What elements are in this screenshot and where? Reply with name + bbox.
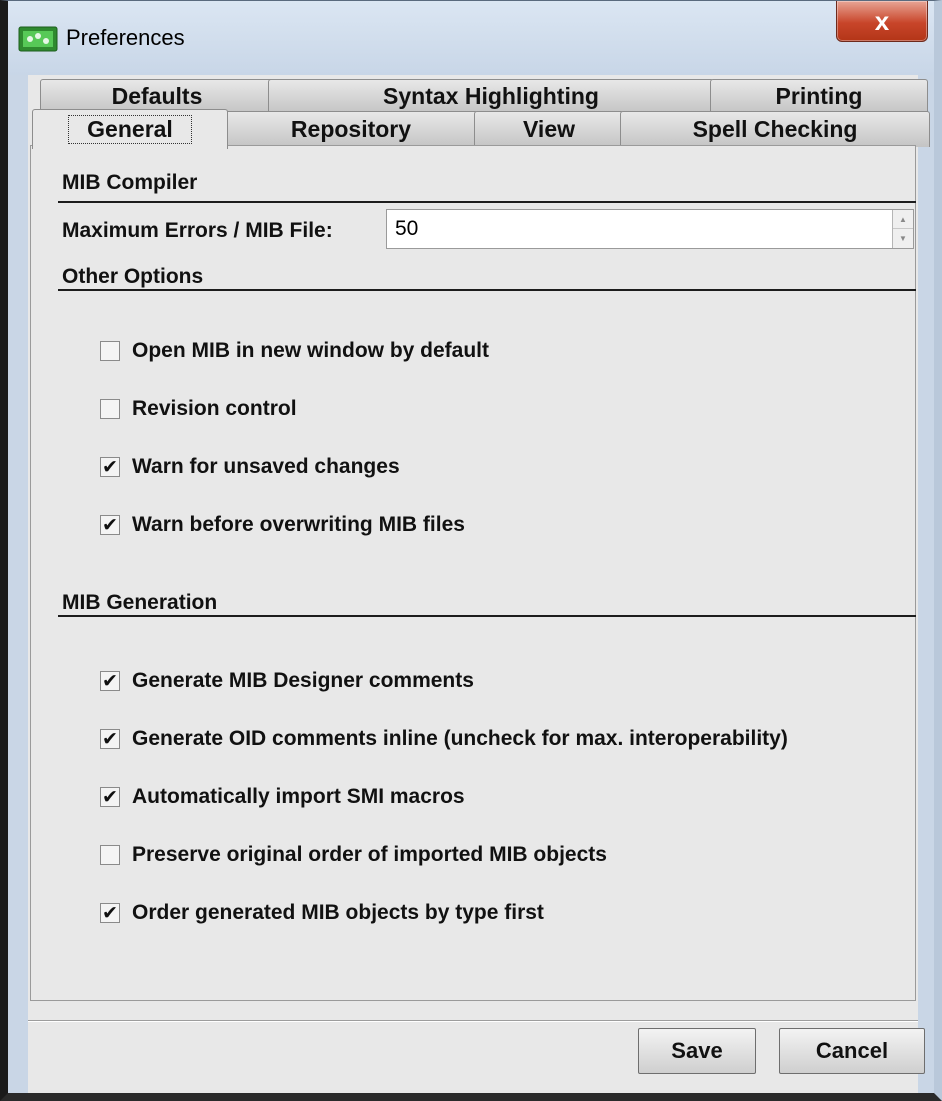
footer-separator-highlight (28, 1021, 918, 1022)
close-button[interactable]: x (836, 1, 928, 42)
max-errors-spinner: ▲ ▼ (386, 209, 914, 249)
max-errors-input[interactable] (387, 210, 891, 248)
tab-syntax-highlighting[interactable]: Syntax Highlighting (268, 79, 714, 113)
spinner-down-arrow-icon[interactable]: ▼ (893, 229, 913, 248)
tab-view[interactable]: View (474, 111, 624, 147)
spinner-up-arrow-icon[interactable]: ▲ (893, 210, 913, 229)
checkbox-revision-control[interactable]: Revision control (100, 397, 297, 421)
checkbox-warn-unsaved[interactable]: ✔ Warn for unsaved changes (100, 455, 400, 479)
title-bar[interactable]: Preferences x (8, 1, 934, 75)
checkbox-box[interactable]: ✔ (100, 787, 120, 807)
section-divider (58, 289, 916, 291)
tab-repository[interactable]: Repository (224, 111, 478, 147)
spinner-arrows: ▲ ▼ (892, 210, 913, 248)
checkbox-label: Automatically import SMI macros (132, 785, 465, 808)
app-icon (18, 26, 58, 52)
checkbox-box[interactable] (100, 341, 120, 361)
dialog-body: Defaults Syntax Highlighting Printing Re… (28, 75, 930, 1093)
checkbox-label: Warn for unsaved changes (132, 455, 400, 478)
checkbox-box[interactable]: ✔ (100, 729, 120, 749)
checkbox-label: Order generated MIB objects by type firs… (132, 901, 544, 924)
cancel-button[interactable]: Cancel (779, 1028, 925, 1074)
close-icon: x (874, 5, 890, 36)
checkbox-designer-comments[interactable]: ✔ Generate MIB Designer comments (100, 669, 474, 693)
section-title-other-options: Other Options (62, 265, 204, 288)
tab-defaults[interactable]: Defaults (40, 79, 274, 113)
checkbox-box[interactable]: ✔ (100, 457, 120, 477)
section-divider (58, 615, 916, 617)
save-button[interactable]: Save (638, 1028, 756, 1074)
checkbox-box[interactable]: ✔ (100, 515, 120, 535)
window-title: Preferences (66, 25, 185, 50)
checkbox-box[interactable] (100, 845, 120, 865)
checkbox-import-smi-macros[interactable]: ✔ Automatically import SMI macros (100, 785, 465, 809)
checkbox-label: Generate OID comments inline (uncheck fo… (132, 727, 788, 750)
checkbox-box[interactable]: ✔ (100, 671, 120, 691)
preferences-window: Preferences x Defaults Syntax Highlighti… (0, 0, 942, 1101)
max-errors-label: Maximum Errors / MIB File: (62, 219, 333, 242)
checkbox-label: Revision control (132, 397, 297, 420)
checkbox-warn-overwrite[interactable]: ✔ Warn before overwriting MIB files (100, 513, 465, 537)
tab-spell-checking[interactable]: Spell Checking (620, 111, 930, 147)
checkbox-label: Warn before overwriting MIB files (132, 513, 465, 536)
tab-general[interactable]: General (32, 109, 228, 149)
tab-printing[interactable]: Printing (710, 79, 928, 113)
checkbox-label: Generate MIB Designer comments (132, 669, 474, 692)
checkbox-open-new-window[interactable]: Open MIB in new window by default (100, 339, 489, 363)
section-title-mib-generation: MIB Generation (62, 591, 218, 614)
checkbox-label: Preserve original order of imported MIB … (132, 843, 607, 866)
section-divider (58, 201, 916, 203)
checkbox-preserve-order[interactable]: Preserve original order of imported MIB … (100, 843, 607, 867)
section-title-mib-compiler: MIB Compiler (62, 171, 198, 194)
checkbox-oid-comments-inline[interactable]: ✔ Generate OID comments inline (uncheck … (100, 727, 788, 751)
checkbox-box[interactable]: ✔ (100, 903, 120, 923)
checkbox-label: Open MIB in new window by default (132, 339, 489, 362)
checkbox-order-by-type[interactable]: ✔ Order generated MIB objects by type fi… (100, 901, 544, 925)
checkbox-box[interactable] (100, 399, 120, 419)
